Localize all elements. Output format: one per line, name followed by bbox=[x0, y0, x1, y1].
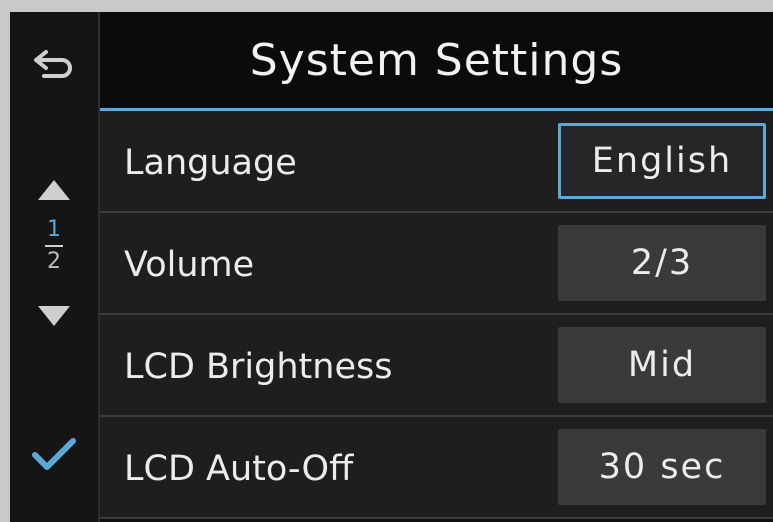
checkmark-icon bbox=[32, 438, 76, 470]
back-button[interactable] bbox=[22, 38, 86, 90]
page-title: System Settings bbox=[249, 34, 624, 86]
setting-value-button[interactable]: Mid bbox=[558, 327, 766, 403]
page-total: 2 bbox=[47, 249, 61, 274]
setting-label: Volume bbox=[124, 245, 255, 285]
page-current: 1 bbox=[47, 217, 61, 242]
confirm-button[interactable] bbox=[24, 430, 84, 480]
setting-value-button[interactable]: English bbox=[558, 123, 766, 199]
settings-screen: 1 2 System Settings Language English Vol… bbox=[10, 12, 773, 522]
back-arrow-icon bbox=[34, 50, 72, 78]
page-divider bbox=[45, 245, 63, 247]
setting-value-button[interactable]: 2/3 bbox=[558, 225, 766, 301]
setting-label: LCD Auto-Off bbox=[124, 449, 354, 489]
setting-row-lcd-auto-off[interactable]: LCD Auto-Off 30 sec bbox=[100, 417, 773, 519]
page-indicator: 1 2 bbox=[34, 218, 74, 288]
setting-value-button[interactable]: 30 sec bbox=[558, 429, 766, 505]
page-up-button[interactable] bbox=[30, 172, 78, 208]
setting-row-lcd-brightness[interactable]: LCD Brightness Mid bbox=[100, 315, 773, 417]
setting-label: Language bbox=[124, 143, 297, 183]
triangle-up-icon bbox=[38, 180, 70, 200]
settings-list: Language English Volume 2/3 LCD Brightne… bbox=[100, 111, 773, 522]
setting-row-language[interactable]: Language English bbox=[100, 111, 773, 213]
left-nav-bar: 1 2 bbox=[10, 12, 100, 522]
device-frame: 1 2 System Settings Language English Vol… bbox=[0, 0, 773, 522]
screen-header: System Settings bbox=[100, 12, 773, 111]
setting-row-volume[interactable]: Volume 2/3 bbox=[100, 213, 773, 315]
page-down-button[interactable] bbox=[30, 298, 78, 334]
triangle-down-icon bbox=[38, 306, 70, 326]
setting-label: LCD Brightness bbox=[124, 347, 393, 387]
